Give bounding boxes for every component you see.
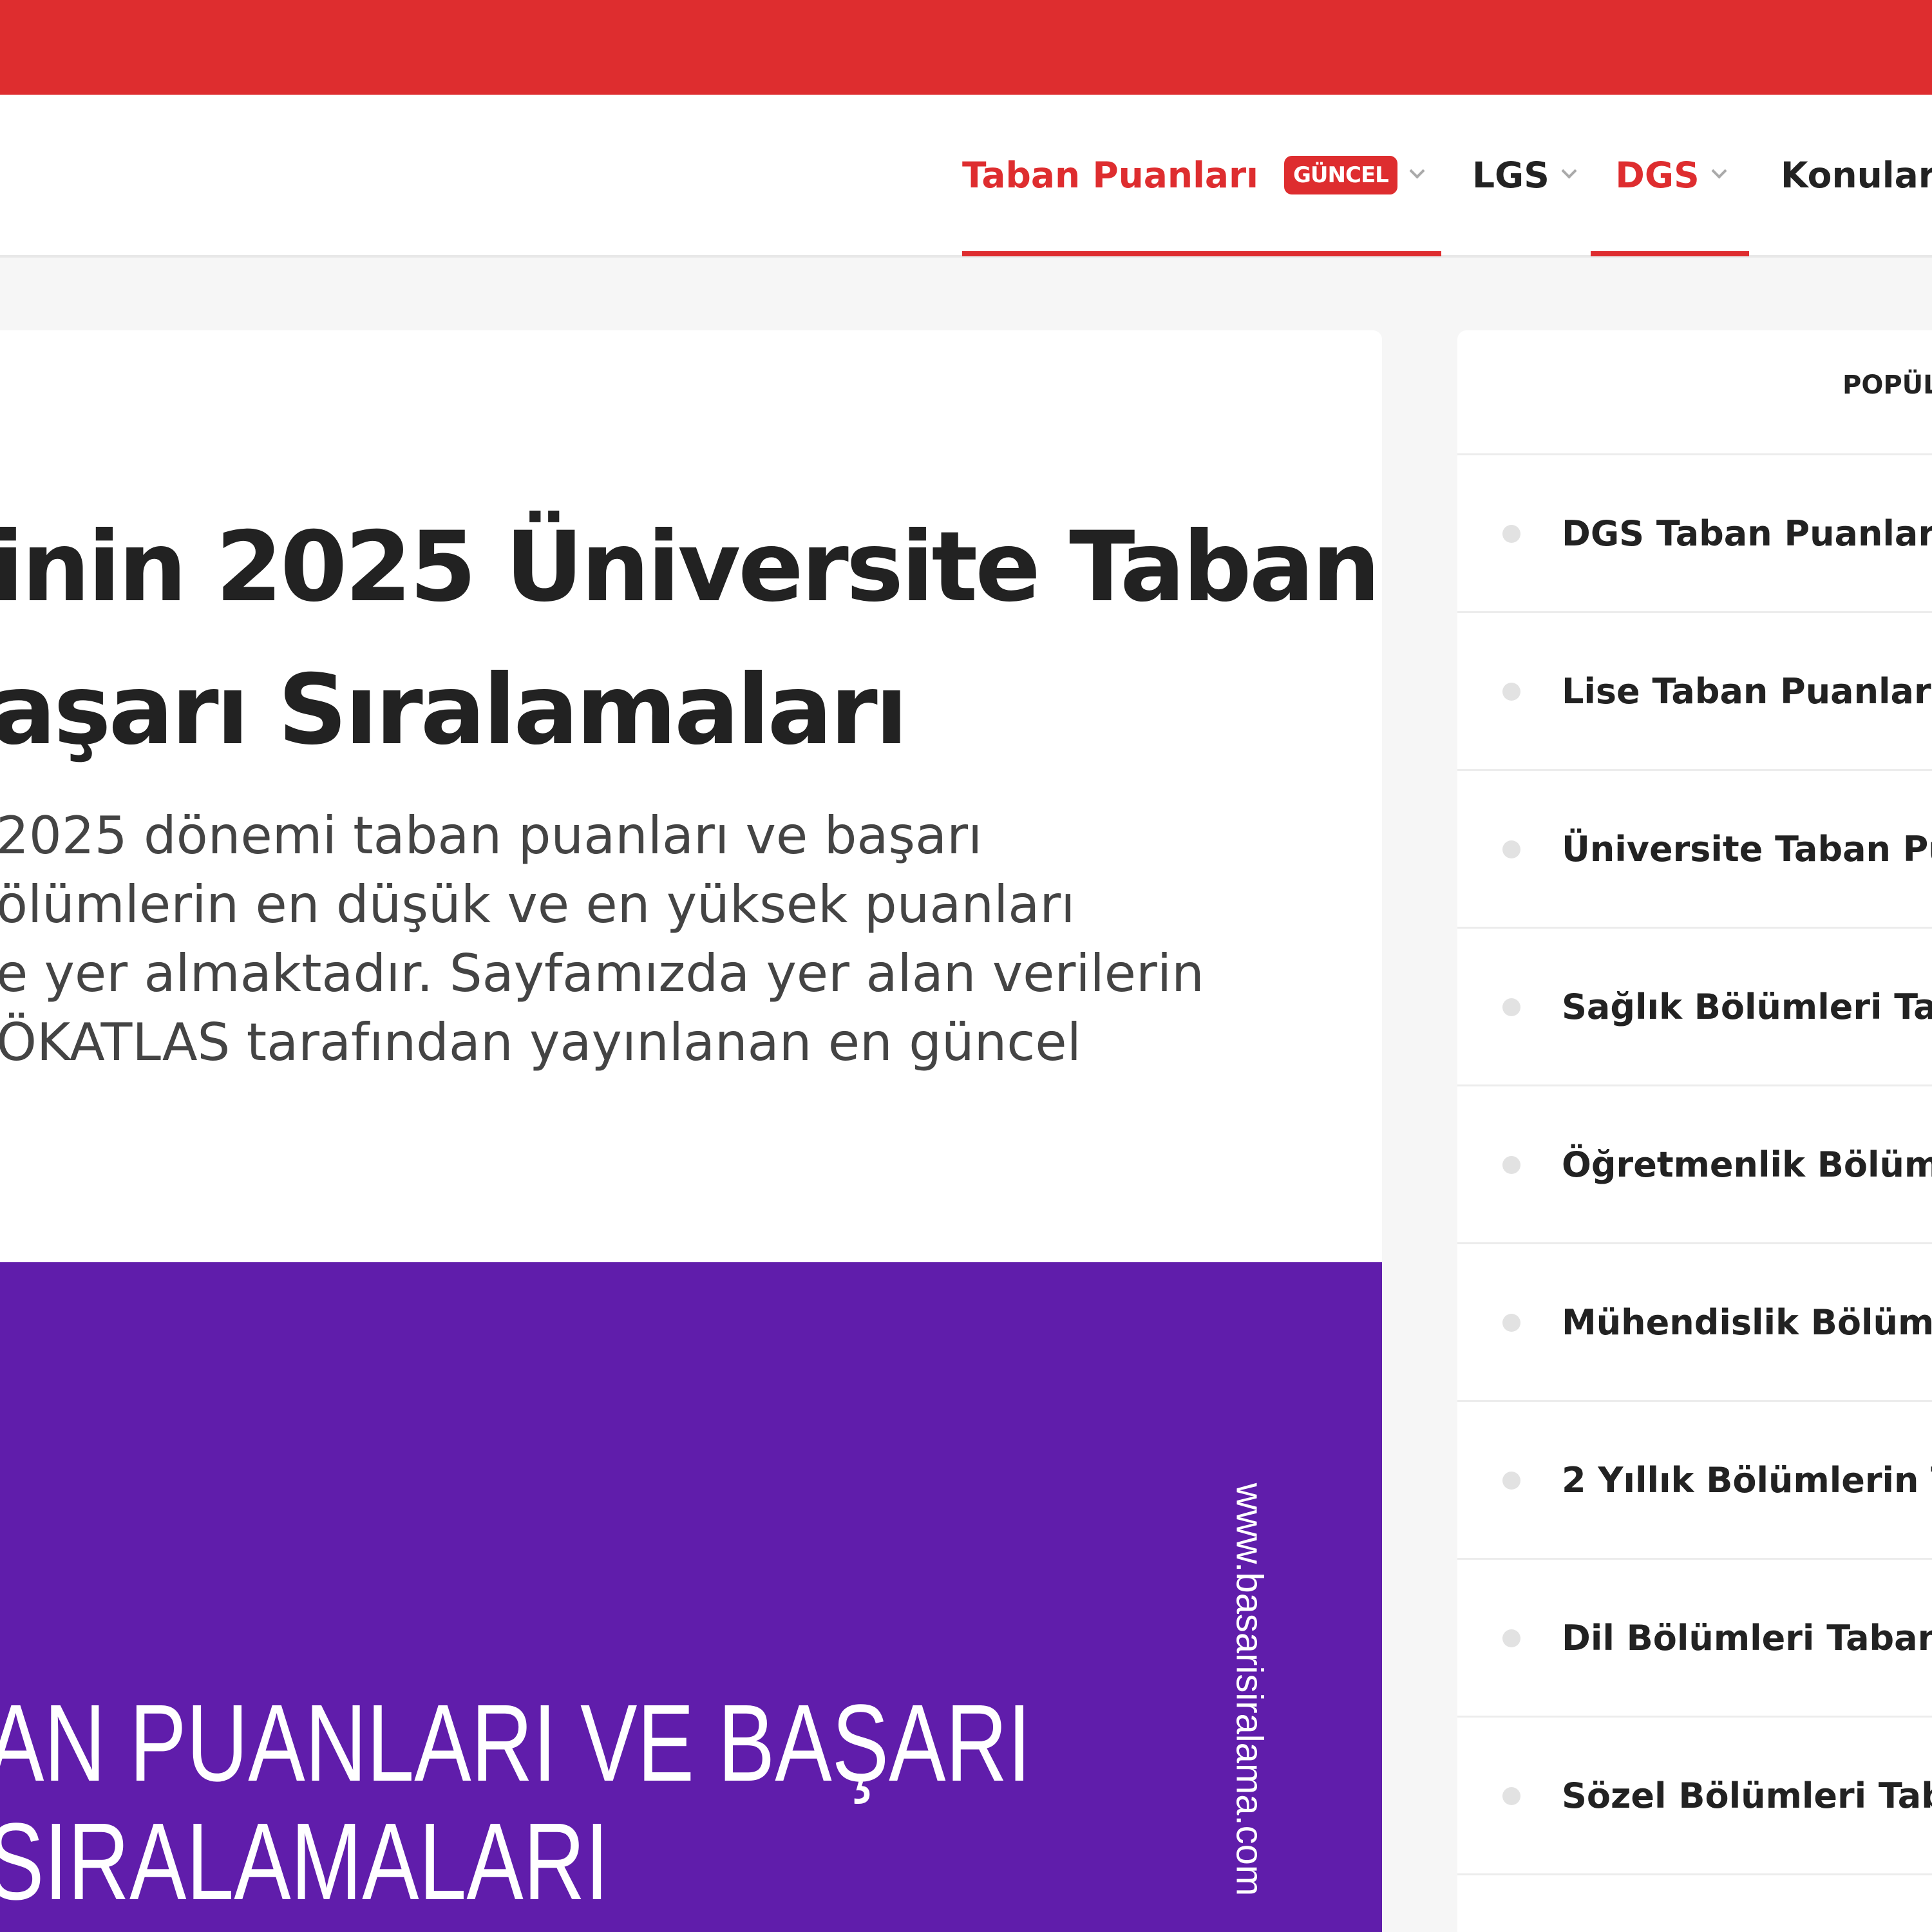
sidebar-title: POPÜL [1842, 370, 1932, 400]
popular-list-item[interactable]: DGS Taban Puanlar [1457, 455, 1932, 613]
title-line: aşarı Sıralamaları [0, 654, 908, 766]
bullet-icon [1502, 683, 1520, 701]
bullet-icon [1502, 1629, 1520, 1647]
popular-list-item[interactable]: Öğretmenlik Bölüm [1457, 1086, 1932, 1244]
popular-link[interactable]: Öğretmenlik Bölüm [1562, 1086, 1932, 1242]
chevron-down-icon [1561, 163, 1577, 179]
main-navigation: Taban Puanları GÜNCEL LGS DGS Konular [0, 95, 1932, 258]
article-title: inin 2025 Üniversite Taban aşarı Sıralam… [0, 496, 1381, 782]
bullet-icon [1502, 1156, 1520, 1174]
banner-watermark-url: www.basarisiralama.com [1228, 1482, 1271, 1897]
chevron-down-icon [1409, 163, 1425, 179]
popular-sidebar: POPÜL DGS Taban Puanlar Lise Taban Puanl… [1457, 330, 1932, 1932]
banner-headline: AN PUANLARI VE BAŞARI [0, 1682, 1032, 1804]
popular-list-item[interactable]: 2 Yıllık Bölümlerin Ta [1457, 1402, 1932, 1560]
popular-link[interactable]: Üniversite Taban Pu [1562, 771, 1932, 927]
bullet-icon [1502, 525, 1520, 543]
popular-list-item[interactable]: Lise Taban Puanları [1457, 613, 1932, 771]
sidebar-header: POPÜL [1457, 330, 1932, 455]
nav-item-konular[interactable]: Konular [1781, 95, 1932, 255]
popular-list: DGS Taban Puanlar Lise Taban Puanları Ün… [1457, 455, 1932, 1875]
guncel-badge: GÜNCEL [1284, 155, 1397, 194]
title-line: inin 2025 Üniversite Taban [0, 511, 1381, 623]
article-intro: 2025 dönemi taban puanları ve başarı ölü… [0, 801, 1349, 1077]
nav-item-taban-puanlari[interactable]: Taban Puanları GÜNCEL [962, 95, 1441, 256]
popular-link[interactable]: 2 Yıllık Bölümlerin Ta [1562, 1402, 1932, 1558]
chevron-down-icon [1711, 163, 1727, 179]
bullet-icon [1502, 1314, 1520, 1332]
bullet-icon [1502, 998, 1520, 1016]
intro-line: 2025 dönemi taban puanları ve başarı [0, 806, 983, 866]
intro-line: e yer almaktadır. Sayfamızda yer alan ve… [0, 943, 1204, 1003]
nav-item-label: Konular [1781, 154, 1932, 196]
popular-list-item[interactable]: Sözel Bölümleri Tab [1457, 1718, 1932, 1875]
popular-link[interactable]: Lise Taban Puanları [1562, 613, 1932, 769]
popular-link[interactable]: Mühendislik Bölüml [1562, 1244, 1932, 1400]
intro-line: ölümlerin en düşük ve en yüksek puanları [0, 875, 1075, 934]
top-red-bar [0, 0, 1932, 95]
featured-banner-image: AN PUANLARI VE BAŞARI SIRALAMALARI www.b… [0, 1262, 1382, 1932]
banner-headline: SIRALAMALARI [0, 1801, 609, 1923]
popular-list-item[interactable]: Üniversite Taban Pu [1457, 771, 1932, 929]
nav-item-label: LGS [1472, 154, 1549, 196]
active-underline [1591, 251, 1749, 256]
nav-item-label: DGS [1615, 154, 1700, 196]
popular-list-item[interactable]: Mühendislik Bölüml [1457, 1244, 1932, 1402]
bullet-icon [1502, 1787, 1520, 1805]
active-underline [962, 251, 1441, 256]
popular-link[interactable]: Dil Bölümleri Taban [1562, 1560, 1932, 1716]
nav-item-lgs[interactable]: LGS [1472, 95, 1577, 255]
bullet-icon [1502, 1472, 1520, 1490]
bullet-icon [1502, 840, 1520, 858]
nav-item-dgs[interactable]: DGS [1591, 95, 1749, 256]
popular-list-item[interactable]: Sağlık Bölümleri Tab [1457, 929, 1932, 1086]
popular-link[interactable]: DGS Taban Puanlar [1562, 455, 1932, 611]
nav-item-label: Taban Puanları [962, 154, 1259, 196]
intro-line: ÖKATLAS tarafından yayınlanan en güncel [0, 1012, 1081, 1072]
popular-list-item[interactable]: Dil Bölümleri Taban [1457, 1560, 1932, 1718]
popular-link[interactable]: Sözel Bölümleri Tab [1562, 1718, 1932, 1873]
popular-link[interactable]: Sağlık Bölümleri Tab [1562, 929, 1932, 1084]
